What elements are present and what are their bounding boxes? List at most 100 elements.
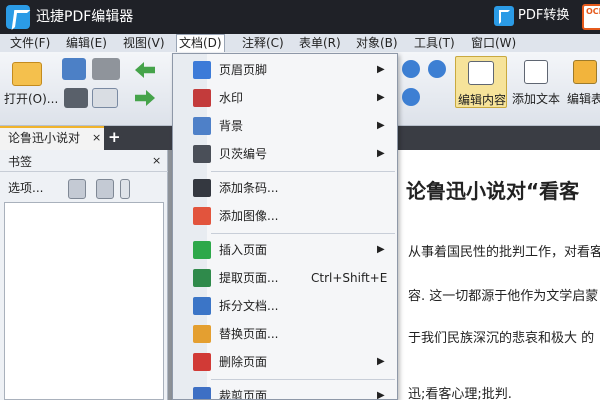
menu-item-bates-numbering[interactable]: 贝茨编号 ▶ <box>173 140 397 168</box>
bookmark-panel-title: 书签 <box>8 155 33 169</box>
document-tab-label: 论鲁迅小说对 <box>8 131 81 145</box>
menu-object[interactable]: 对象(B) <box>354 34 400 52</box>
pdf-convert-button[interactable]: PDF转换 <box>494 4 578 30</box>
delete-page-icon <box>193 353 211 371</box>
menu-separator <box>211 379 395 380</box>
menu-item-split-document[interactable]: 拆分文档... <box>173 292 397 320</box>
menu-item-label: 替换页面... <box>219 327 279 341</box>
menu-item-label: 删除页面 <box>219 355 268 369</box>
menu-item-label: 裁剪页面 <box>219 389 268 400</box>
replace-page-icon <box>193 325 211 343</box>
print-icon[interactable] <box>64 88 88 108</box>
menu-comment[interactable]: 注释(C) <box>240 34 286 52</box>
app-logo-icon <box>6 5 30 29</box>
bookmark-delete-icon[interactable] <box>96 179 114 199</box>
title-bar: 迅捷PDF编辑器 PDF转换 OCR <box>0 0 600 34</box>
menu-item-label: 插入页面 <box>219 243 268 257</box>
app-title: 迅捷PDF编辑器 <box>36 9 134 25</box>
menu-item-label: 页眉页脚 <box>219 63 268 77</box>
menu-window[interactable]: 窗口(W) <box>469 34 518 52</box>
add-tab-icon[interactable]: + <box>108 130 122 145</box>
submenu-arrow-icon: ▶ <box>377 390 385 400</box>
document-tab[interactable]: 论鲁迅小说对 × <box>0 126 104 150</box>
edit-content-label: 编辑内容 <box>458 93 507 107</box>
edit-form-icon <box>573 60 597 84</box>
scanner-icon[interactable] <box>92 58 120 80</box>
open-button-label[interactable]: 打开(O)... <box>4 90 58 107</box>
menu-bar: 文件(F) 编辑(E) 视图(V) 文档(D) 注释(C) 表单(R) 对象(B… <box>0 34 600 52</box>
add-text-label: 添加文本 <box>512 92 561 106</box>
bookmark-toolbar: 选项... <box>0 173 168 201</box>
bookmark-close-icon[interactable]: × <box>152 154 161 168</box>
menu-item-label: 提取页面... <box>219 271 279 285</box>
document-title: 论鲁迅小说对“看客 <box>406 179 580 203</box>
menu-item-label: 拆分文档... <box>219 299 279 313</box>
menu-item-add-barcode[interactable]: 添加条码... <box>173 174 397 202</box>
image-icon <box>193 207 211 225</box>
extract-page-icon <box>193 269 211 287</box>
menu-document[interactable]: 文档(D) <box>176 34 225 52</box>
watermark-icon <box>193 89 211 107</box>
submenu-arrow-icon: ▶ <box>377 356 385 367</box>
menu-item-extract-page[interactable]: 提取页面... Ctrl+Shift+E <box>173 264 397 292</box>
menu-item-label: 贝茨编号 <box>219 147 268 161</box>
document-line-4: 迅;看客心理;批判. <box>408 387 512 400</box>
menu-item-insert-page[interactable]: 插入页面 ▶ <box>173 236 397 264</box>
split-document-icon <box>193 297 211 315</box>
ocr-icon[interactable]: OCR <box>582 4 600 30</box>
submenu-arrow-icon: ▶ <box>377 244 385 255</box>
edit-content-icon <box>468 61 494 85</box>
bookmark-dropdown-icon[interactable] <box>120 179 130 199</box>
document-line-2: 容. 这一切都源于他作为文学启蒙 <box>408 289 599 304</box>
menu-edit[interactable]: 编辑(E) <box>64 34 109 52</box>
document-menu: 页眉页脚 ▶ 水印 ▶ 背景 ▶ 贝茨编号 ▶ 添加条码... 添加图像... … <box>172 53 398 400</box>
menu-file[interactable]: 文件(F) <box>8 34 52 52</box>
edit-form-button[interactable]: 编辑表 <box>565 56 600 108</box>
menu-form[interactable]: 表单(R) <box>297 34 343 52</box>
barcode-icon <box>193 179 211 197</box>
bates-number-icon <box>193 145 211 163</box>
menu-item-add-image[interactable]: 添加图像... <box>173 202 397 230</box>
menu-item-watermark[interactable]: 水印 ▶ <box>173 84 397 112</box>
background-icon <box>193 117 211 135</box>
edit-form-label: 编辑表 <box>567 92 600 106</box>
pdf-convert-icon <box>494 6 514 26</box>
menu-item-background[interactable]: 背景 ▶ <box>173 112 397 140</box>
crop-page-icon <box>193 387 211 399</box>
zoom-plus-icon[interactable] <box>402 88 420 106</box>
menu-view[interactable]: 视图(V) <box>121 34 167 52</box>
email-icon[interactable] <box>92 88 118 108</box>
menu-item-label: 背景 <box>219 119 244 133</box>
menu-item-label: 添加图像... <box>219 209 279 223</box>
menu-item-shortcut: Ctrl+Shift+E <box>311 271 388 285</box>
submenu-arrow-icon: ▶ <box>377 64 385 75</box>
menu-item-delete-page[interactable]: 删除页面 ▶ <box>173 348 397 376</box>
pdf-convert-label: PDF转换 <box>518 8 570 23</box>
forward-arrow-icon[interactable] <box>135 90 155 106</box>
open-folder-icon[interactable] <box>12 62 42 86</box>
menu-item-crop-page[interactable]: 裁剪页面 ▶ <box>173 382 397 400</box>
bookmark-add-icon[interactable] <box>68 179 86 199</box>
submenu-arrow-icon: ▶ <box>377 120 385 131</box>
zoom-out-icon[interactable] <box>428 60 446 78</box>
bookmark-panel-header: 书签 × <box>0 150 168 172</box>
menu-separator <box>211 233 395 234</box>
bookmark-options-button[interactable]: 选项... <box>8 181 43 195</box>
menu-separator <box>211 171 395 172</box>
submenu-arrow-icon: ▶ <box>377 148 385 159</box>
bookmark-tree[interactable] <box>4 202 164 400</box>
menu-item-label: 水印 <box>219 91 244 105</box>
bookmark-panel: 书签 × 选项... <box>0 150 168 400</box>
document-line-1: 从事着国民性的批判工作，对看客 <box>408 245 600 260</box>
back-arrow-icon[interactable] <box>135 62 155 78</box>
add-text-button[interactable]: 添加文本 <box>510 56 562 108</box>
menu-item-replace-page[interactable]: 替换页面... <box>173 320 397 348</box>
menu-tools[interactable]: 工具(T) <box>412 34 457 52</box>
menu-item-header-footer[interactable]: 页眉页脚 ▶ <box>173 56 397 84</box>
save-icon[interactable] <box>62 58 86 80</box>
close-tab-icon[interactable]: × <box>92 131 101 145</box>
insert-page-icon <box>193 241 211 259</box>
zoom-in-icon[interactable] <box>402 60 420 78</box>
menu-item-label: 添加条码... <box>219 181 279 195</box>
edit-content-button[interactable]: 编辑内容 <box>455 56 507 108</box>
